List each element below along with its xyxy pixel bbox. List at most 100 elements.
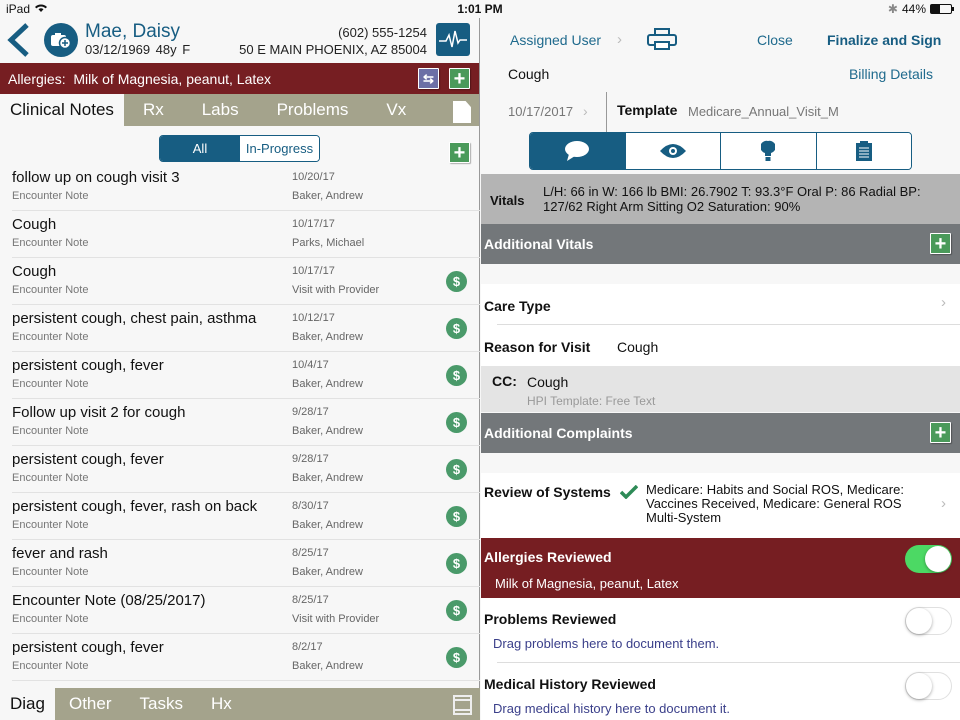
reason-for-visit-value[interactable]: Cough: [617, 339, 658, 355]
view-tab-chat[interactable]: [530, 133, 625, 169]
filter-in-progress[interactable]: In-Progress: [240, 136, 319, 161]
view-tab-clipboard[interactable]: [815, 133, 911, 169]
note-list-item[interactable]: Cough Encounter Note 10/17/17 Visit with Pr…: [12, 258, 480, 305]
note-date: 10/17/17: [292, 218, 335, 230]
document-icon[interactable]: [453, 101, 471, 123]
medical-history-reviewed-label: Medical History Reviewed: [484, 676, 656, 692]
clipboard-icon: [855, 141, 872, 161]
note-detail-pane: Assigned User › Close Finalize and Sign …: [481, 18, 960, 720]
bottom-tabs: Diag Other Tasks Hx: [0, 688, 480, 720]
tab-tasks[interactable]: Tasks: [126, 688, 197, 720]
note-list-item[interactable]: follow up on cough visit 3 Encounter Note…: [12, 164, 480, 211]
view-tab-suggestions[interactable]: [720, 133, 816, 169]
note-list-item[interactable]: persistent cough, fever, rash on back Enc…: [12, 493, 480, 540]
template-value[interactable]: Medicare_Annual_Visit_M: [688, 104, 839, 119]
tab-vx[interactable]: Vx: [367, 94, 425, 126]
note-title: Cough: [12, 263, 57, 280]
medical-history-drop-hint[interactable]: Drag medical history here to document it…: [493, 701, 730, 716]
note-list-item[interactable]: persistent cough, fever Encounter Note 8/2…: [12, 634, 480, 681]
note-title: Follow up visit 2 for cough: [12, 404, 186, 421]
additional-complaints-label: Additional Complaints: [484, 425, 633, 441]
note-provider: Baker, Andrew: [292, 519, 363, 531]
view-tab-preview[interactable]: [624, 133, 720, 169]
tab-problems[interactable]: Problems: [258, 94, 368, 126]
patient-dob-age-sex: 03/12/1969 48y F: [85, 42, 191, 57]
note-provider: Baker, Andrew: [292, 660, 363, 672]
printer-icon[interactable]: [647, 28, 677, 50]
cc-label: CC:: [492, 373, 517, 389]
vitals-label: Vitals: [490, 193, 525, 208]
close-button[interactable]: Close: [757, 32, 793, 48]
billing-dollar-icon[interactable]: $: [446, 318, 467, 339]
back-chevron-icon[interactable]: [5, 22, 33, 58]
note-type: Encounter Note: [12, 284, 89, 296]
care-type-row[interactable]: Care Type ›: [481, 284, 960, 324]
tab-rx[interactable]: Rx: [124, 94, 183, 126]
note-list-item[interactable]: persistent cough, fever Encounter Note 10/…: [12, 352, 480, 399]
template-label: Template: [617, 102, 678, 118]
heartbeat-icon: [439, 30, 467, 48]
vitals-flowsheet-button[interactable]: [436, 23, 470, 56]
assigned-user-link[interactable]: Assigned User: [510, 32, 601, 48]
note-list-item[interactable]: persistent cough, chest pain, asthma Enco…: [12, 305, 480, 352]
note-date: 8/30/17: [292, 500, 329, 512]
note-list-item[interactable]: Cough Encounter Note 10/17/17 Parks, Michae…: [12, 211, 480, 258]
note-date: 10/12/17: [292, 312, 335, 324]
problems-drop-hint[interactable]: Drag problems here to document them.: [493, 636, 719, 651]
billing-dollar-icon[interactable]: $: [446, 271, 467, 292]
lightbulb-icon: [761, 140, 776, 161]
note-provider: Parks, Michael: [292, 237, 365, 249]
battery-percent: 44%: [901, 2, 926, 16]
plus-icon: +: [453, 67, 466, 90]
finalize-and-sign-button[interactable]: Finalize and Sign: [827, 32, 941, 48]
note-list-item[interactable]: fever and rash Encounter Note 8/25/17 Baker…: [12, 540, 480, 587]
patient-photo-button[interactable]: [44, 23, 78, 57]
note-type: Encounter Note: [12, 613, 89, 625]
tab-other[interactable]: Other: [55, 688, 126, 720]
note-provider: Baker, Andrew: [292, 425, 363, 437]
bluetooth-icon: ✱: [887, 2, 898, 16]
review-of-systems-row[interactable]: Review of Systems Medicare: Habits and S…: [481, 473, 960, 538]
problems-reviewed-toggle[interactable]: [905, 607, 952, 635]
billing-details-link[interactable]: Billing Details: [849, 66, 933, 82]
note-list-item[interactable]: Encounter Note (08/25/2017) Encounter Not…: [12, 587, 480, 634]
add-vitals-button[interactable]: +: [930, 233, 951, 254]
vitals-summary[interactable]: Vitals L/H: 66 in W: 166 lb BMI: 26.7902…: [481, 174, 960, 224]
note-date[interactable]: 10/17/2017: [508, 104, 573, 119]
split-layout-icon[interactable]: [453, 695, 472, 715]
billing-dollar-icon[interactable]: $: [446, 600, 467, 621]
reconcile-allergies-button[interactable]: ⇆: [418, 68, 439, 89]
add-note-button[interactable]: +: [449, 142, 470, 163]
note-type: Encounter Note: [12, 566, 89, 578]
tab-hx[interactable]: Hx: [197, 688, 246, 720]
note-date: 10/4/17: [292, 359, 329, 371]
tab-clinical-notes[interactable]: Clinical Notes: [0, 94, 124, 126]
medical-history-reviewed-toggle[interactable]: [905, 672, 952, 700]
chief-complaint[interactable]: CC: Cough HPI Template: Free Text: [481, 366, 960, 412]
billing-dollar-icon[interactable]: $: [446, 553, 467, 574]
add-allergy-button[interactable]: +: [449, 68, 470, 89]
additional-vitals-header: Additional Vitals +: [481, 224, 960, 264]
billing-dollar-icon[interactable]: $: [446, 459, 467, 480]
tab-diag[interactable]: Diag: [0, 688, 55, 720]
note-type: Encounter Note: [12, 190, 89, 202]
billing-dollar-icon[interactable]: $: [446, 412, 467, 433]
ros-label: Review of Systems: [484, 484, 611, 500]
note-title: Cough: [508, 66, 550, 82]
patient-chart-pane: Mae, Daisy 03/12/1969 48y F (602) 555-12…: [0, 18, 480, 720]
filter-all[interactable]: All: [160, 136, 240, 161]
note-date: 8/2/17: [292, 641, 323, 653]
note-list-item[interactable]: Follow up visit 2 for cough Encounter Not…: [12, 399, 480, 446]
tab-labs[interactable]: Labs: [183, 94, 258, 126]
billing-dollar-icon[interactable]: $: [446, 647, 467, 668]
billing-dollar-icon[interactable]: $: [446, 365, 467, 386]
note-title: persistent cough, fever, rash on back: [12, 498, 258, 515]
note-list-item[interactable]: persistent cough, fever Encounter Note 9/2…: [12, 446, 480, 493]
allergies-reviewed-toggle[interactable]: [905, 545, 952, 573]
note-title: fever and rash: [12, 545, 108, 562]
cc-value: Cough: [527, 374, 569, 390]
patient-header: Mae, Daisy 03/12/1969 48y F (602) 555-12…: [0, 18, 479, 63]
add-complaint-button[interactable]: +: [930, 422, 951, 443]
note-type: Encounter Note: [12, 519, 89, 531]
billing-dollar-icon[interactable]: $: [446, 506, 467, 527]
